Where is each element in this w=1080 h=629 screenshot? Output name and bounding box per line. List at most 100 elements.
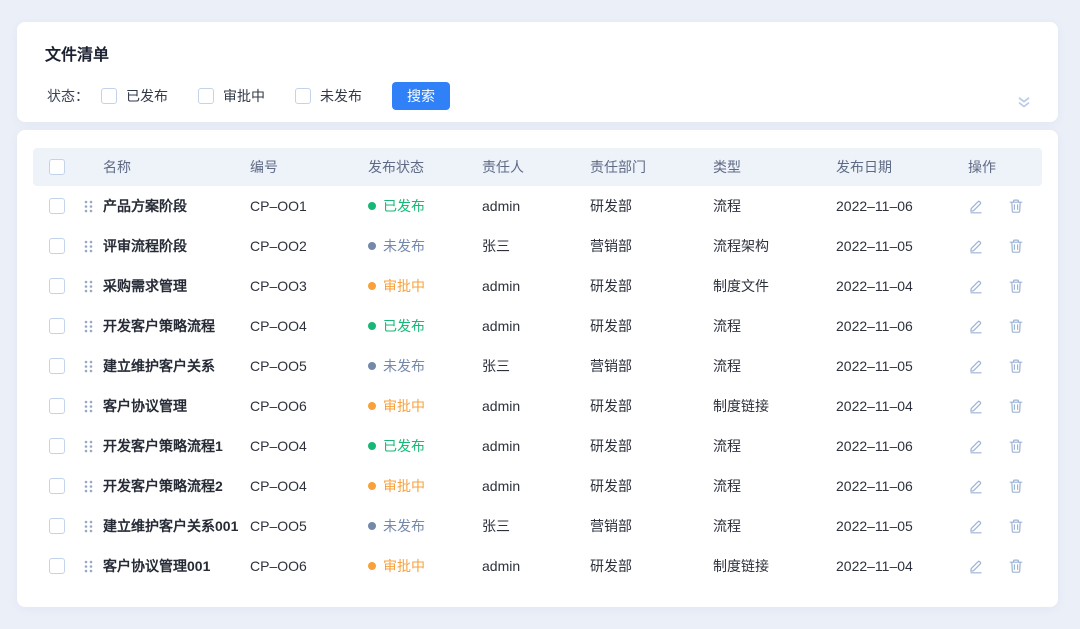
checkbox-unpublished[interactable] (295, 88, 311, 104)
table-row: 建立维护客户关系001 CP–OO5 未发布 张三 营销部 流程 2022–11… (33, 506, 1042, 546)
row-name: 开发客户策略流程 (103, 316, 215, 336)
drag-handle-icon[interactable] (84, 560, 93, 573)
row-owner: 张三 (482, 236, 590, 256)
row-dept: 研发部 (590, 476, 713, 496)
row-owner: admin (482, 278, 590, 294)
status-label: 审批中 (383, 476, 425, 496)
column-header-date: 发布日期 (836, 157, 968, 177)
search-button[interactable]: 搜索 (392, 82, 450, 110)
row-code: CP–OO4 (250, 438, 368, 454)
row-checkbox[interactable] (49, 318, 65, 334)
delete-icon[interactable] (1008, 558, 1024, 574)
row-code: CP–OO5 (250, 518, 368, 534)
status-dot-icon (368, 242, 376, 250)
delete-icon[interactable] (1008, 238, 1024, 254)
row-type: 制度链接 (713, 556, 836, 576)
row-checkbox[interactable] (49, 478, 65, 494)
row-owner: admin (482, 398, 590, 414)
row-code: CP–OO6 (250, 398, 368, 414)
filter-option-unpublished[interactable]: 未发布 (295, 86, 362, 106)
table-row: 采购需求管理 CP–OO3 审批中 admin 研发部 制度文件 2022–11… (33, 266, 1042, 306)
edit-icon[interactable] (968, 558, 984, 574)
status-label: 已发布 (383, 196, 425, 216)
row-checkbox[interactable] (49, 518, 65, 534)
drag-handle-icon[interactable] (84, 520, 93, 533)
status-dot-icon (368, 482, 376, 490)
edit-icon[interactable] (968, 438, 984, 454)
row-checkbox[interactable] (49, 558, 65, 574)
status-dot-icon (368, 282, 376, 290)
row-type: 流程 (713, 436, 836, 456)
delete-icon[interactable] (1008, 358, 1024, 374)
drag-handle-icon[interactable] (84, 280, 93, 293)
delete-icon[interactable] (1008, 398, 1024, 414)
filter-option-approving[interactable]: 审批中 (198, 86, 265, 106)
drag-handle-icon[interactable] (84, 480, 93, 493)
edit-icon[interactable] (968, 358, 984, 374)
drag-handle-icon[interactable] (84, 440, 93, 453)
row-dept: 营销部 (590, 516, 713, 536)
row-name: 开发客户策略流程1 (103, 436, 223, 456)
delete-icon[interactable] (1008, 198, 1024, 214)
edit-icon[interactable] (968, 478, 984, 494)
row-checkbox[interactable] (49, 278, 65, 294)
row-owner: admin (482, 478, 590, 494)
select-all-checkbox[interactable] (49, 159, 65, 175)
status-dot-icon (368, 402, 376, 410)
edit-icon[interactable] (968, 238, 984, 254)
row-checkbox[interactable] (49, 398, 65, 414)
row-checkbox[interactable] (49, 358, 65, 374)
drag-handle-icon[interactable] (84, 320, 93, 333)
row-dept: 营销部 (590, 236, 713, 256)
row-checkbox[interactable] (49, 198, 65, 214)
edit-icon[interactable] (968, 318, 984, 334)
status-label: 审批中 (383, 396, 425, 416)
delete-icon[interactable] (1008, 518, 1024, 534)
drag-handle-icon[interactable] (84, 200, 93, 213)
row-date: 2022–11–04 (836, 278, 968, 294)
row-name: 客户协议管理 (103, 396, 187, 416)
delete-icon[interactable] (1008, 438, 1024, 454)
status-badge: 已发布 (368, 196, 482, 216)
column-header-type: 类型 (713, 157, 836, 177)
filter-option-published[interactable]: 已发布 (101, 86, 168, 106)
row-type: 制度文件 (713, 276, 836, 296)
checkbox-approving[interactable] (198, 88, 214, 104)
table-body: 产品方案阶段 CP–OO1 已发布 admin 研发部 流程 2022–11–0… (33, 186, 1042, 586)
row-dept: 研发部 (590, 556, 713, 576)
edit-icon[interactable] (968, 518, 984, 534)
row-name: 客户协议管理001 (103, 556, 210, 576)
status-dot-icon (368, 562, 376, 570)
file-list-table: 名称 编号 发布状态 责任人 责任部门 类型 发布日期 操作 产品方案阶段 CP… (17, 130, 1058, 607)
row-name: 开发客户策略流程2 (103, 476, 223, 496)
status-badge: 已发布 (368, 436, 482, 456)
row-date: 2022–11–06 (836, 198, 968, 214)
row-checkbox[interactable] (49, 438, 65, 454)
edit-icon[interactable] (968, 398, 984, 414)
row-dept: 研发部 (590, 196, 713, 216)
delete-icon[interactable] (1008, 318, 1024, 334)
row-date: 2022–11–05 (836, 238, 968, 254)
delete-icon[interactable] (1008, 478, 1024, 494)
row-checkbox[interactable] (49, 238, 65, 254)
double-chevron-down-icon[interactable] (1016, 94, 1032, 110)
checkbox-published[interactable] (101, 88, 117, 104)
status-label: 已发布 (383, 316, 425, 336)
drag-handle-icon[interactable] (84, 240, 93, 253)
row-type: 流程 (713, 356, 836, 376)
status-label: 审批中 (383, 556, 425, 576)
column-header-name: 名称 (77, 157, 250, 177)
checkbox-approving-label: 审批中 (223, 86, 265, 106)
drag-handle-icon[interactable] (84, 360, 93, 373)
drag-handle-icon[interactable] (84, 400, 93, 413)
row-date: 2022–11–06 (836, 438, 968, 454)
edit-icon[interactable] (968, 198, 984, 214)
edit-icon[interactable] (968, 278, 984, 294)
status-badge: 已发布 (368, 316, 482, 336)
row-code: CP–OO3 (250, 278, 368, 294)
status-dot-icon (368, 442, 376, 450)
status-badge: 审批中 (368, 396, 482, 416)
table-row: 开发客户策略流程 CP–OO4 已发布 admin 研发部 流程 2022–11… (33, 306, 1042, 346)
delete-icon[interactable] (1008, 278, 1024, 294)
row-owner: admin (482, 198, 590, 214)
